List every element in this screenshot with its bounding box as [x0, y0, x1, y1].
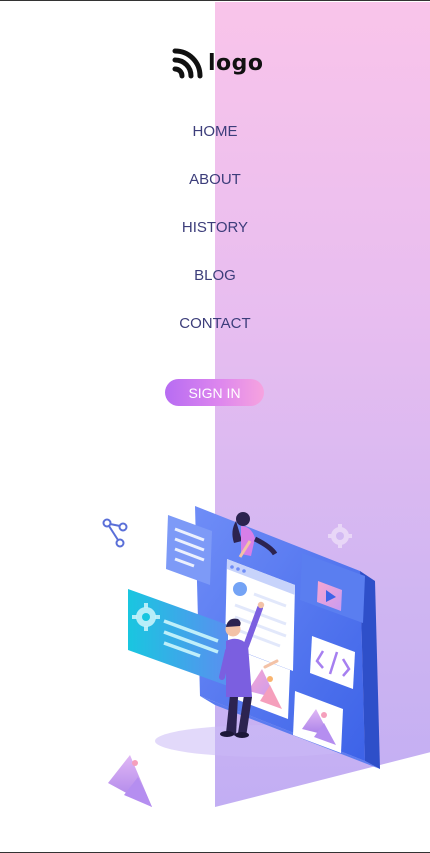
nav-item-about[interactable]: ABOUT [0, 167, 430, 193]
page-frame: logo HOME ABOUT HISTORY BLOG CONTACT SIG… [0, 0, 430, 853]
brand-logo[interactable]: logo [172, 47, 264, 79]
logo-text: logo [208, 50, 264, 76]
nav-item-home[interactable]: HOME [0, 119, 430, 145]
sign-in-button[interactable]: SIGN IN [165, 379, 264, 406]
hero-illustration [102, 506, 380, 807]
nav-item-history[interactable]: HISTORY [0, 215, 430, 241]
nav-item-blog[interactable]: BLOG [0, 263, 430, 289]
rss-logo-icon [172, 48, 203, 79]
mountain-icon [108, 755, 152, 807]
gear-icon [328, 524, 352, 548]
nav-item-contact[interactable]: CONTACT [0, 311, 430, 337]
share-icon [102, 518, 128, 548]
